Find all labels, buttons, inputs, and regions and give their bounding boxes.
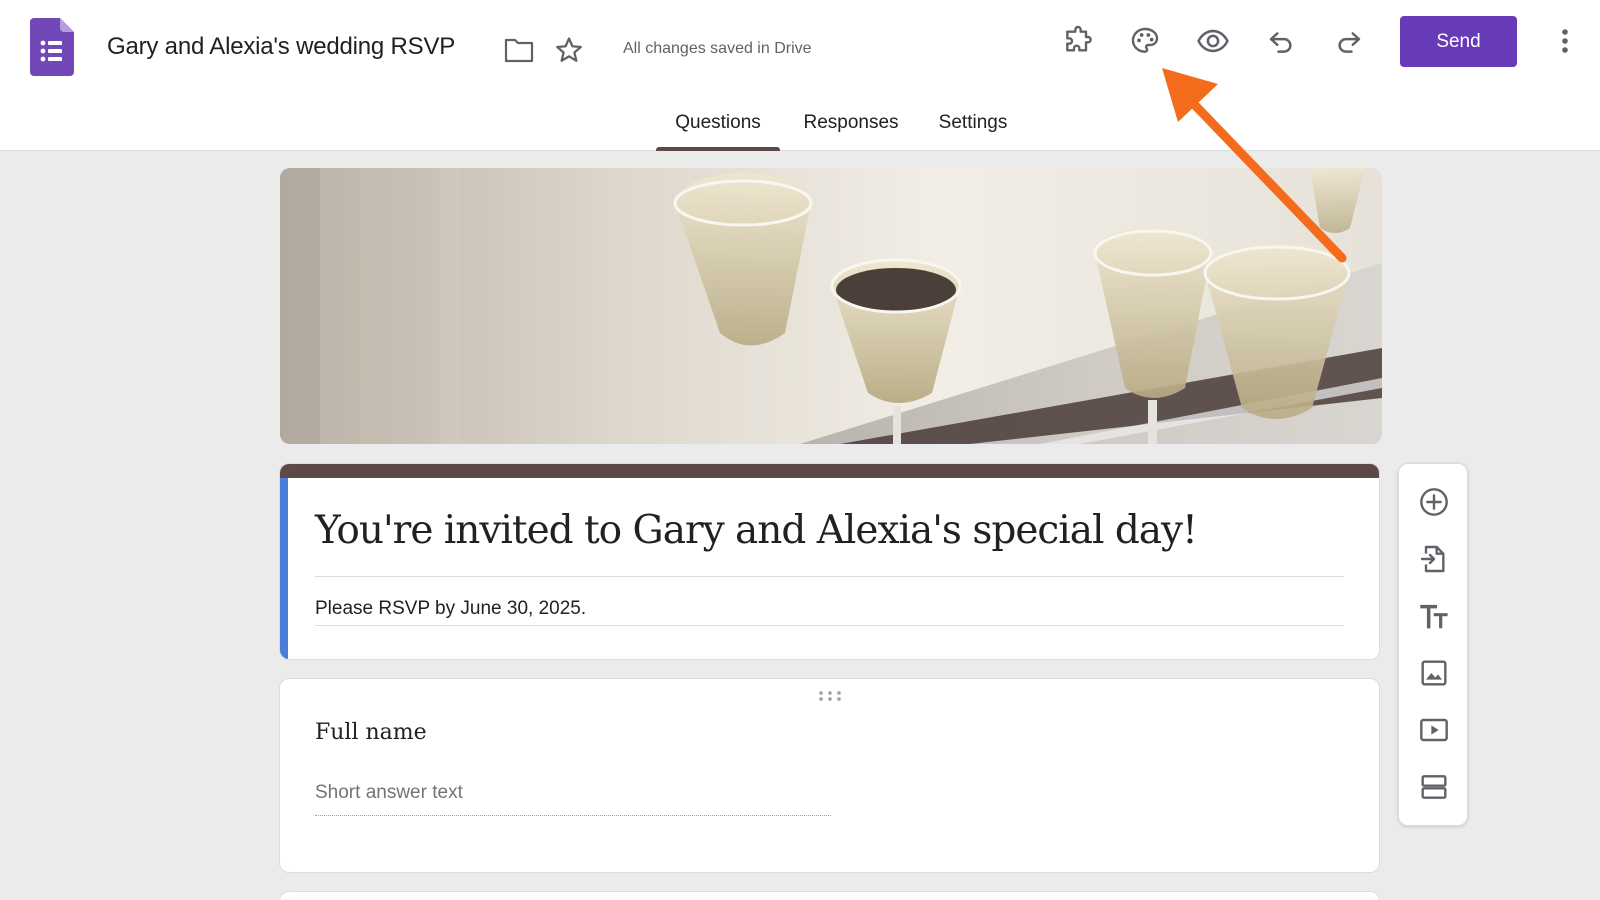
question-title[interactable]: Full name (315, 720, 427, 745)
folder-icon[interactable] (497, 28, 541, 72)
title-divider (315, 576, 1344, 577)
form-description[interactable]: Please RSVP by June 30, 2025. (315, 598, 586, 620)
puzzle-icon[interactable] (1056, 19, 1100, 63)
active-tab-indicator (656, 147, 780, 151)
tab-settings[interactable]: Settings (930, 108, 1016, 151)
add-section-icon[interactable] (1410, 763, 1458, 811)
tab-responses[interactable]: Responses (795, 108, 907, 151)
drag-handle-icon[interactable] (817, 689, 843, 701)
star-icon[interactable] (547, 28, 591, 72)
send-button[interactable]: Send (1400, 16, 1517, 67)
short-answer-underline (315, 815, 831, 816)
more-vert-icon[interactable] (1543, 19, 1587, 63)
tab-questions-label: Questions (675, 112, 761, 133)
tab-questions[interactable]: Questions (656, 108, 780, 151)
eye-icon[interactable] (1191, 19, 1235, 63)
add-title-icon[interactable] (1410, 592, 1458, 640)
palette-icon[interactable] (1123, 19, 1167, 63)
import-questions-icon[interactable] (1410, 535, 1458, 583)
header-image (280, 168, 1382, 444)
floating-toolbar (1398, 463, 1468, 826)
form-title-card[interactable]: You're invited to Gary and Alexia's spec… (279, 463, 1380, 660)
add-image-icon[interactable] (1410, 649, 1458, 697)
short-answer-placeholder: Short answer text (315, 782, 463, 803)
active-card-indicator (280, 478, 288, 659)
form-tabs: Questions Responses Settings (0, 108, 1600, 151)
form-title[interactable]: You're invited to Gary and Alexia's spec… (315, 508, 1198, 553)
question-card[interactable]: Full name Short answer text (279, 678, 1380, 873)
redo-icon[interactable] (1327, 19, 1371, 63)
tab-responses-label: Responses (803, 112, 899, 133)
undo-icon[interactable] (1259, 19, 1303, 63)
tab-settings-label: Settings (938, 112, 1008, 133)
description-divider (315, 625, 1344, 626)
next-question-card[interactable] (279, 891, 1380, 900)
document-title[interactable]: Gary and Alexia's wedding RSVP (107, 33, 455, 61)
add-video-icon[interactable] (1410, 706, 1458, 754)
app-header: Gary and Alexia's wedding RSVP All chang… (0, 0, 1600, 151)
google-forms-icon[interactable] (30, 18, 74, 76)
theme-color-bar (280, 464, 1379, 478)
save-status: All changes saved in Drive (623, 40, 812, 57)
champagne-glasses-image (280, 168, 1382, 444)
add-question-icon[interactable] (1410, 478, 1458, 526)
